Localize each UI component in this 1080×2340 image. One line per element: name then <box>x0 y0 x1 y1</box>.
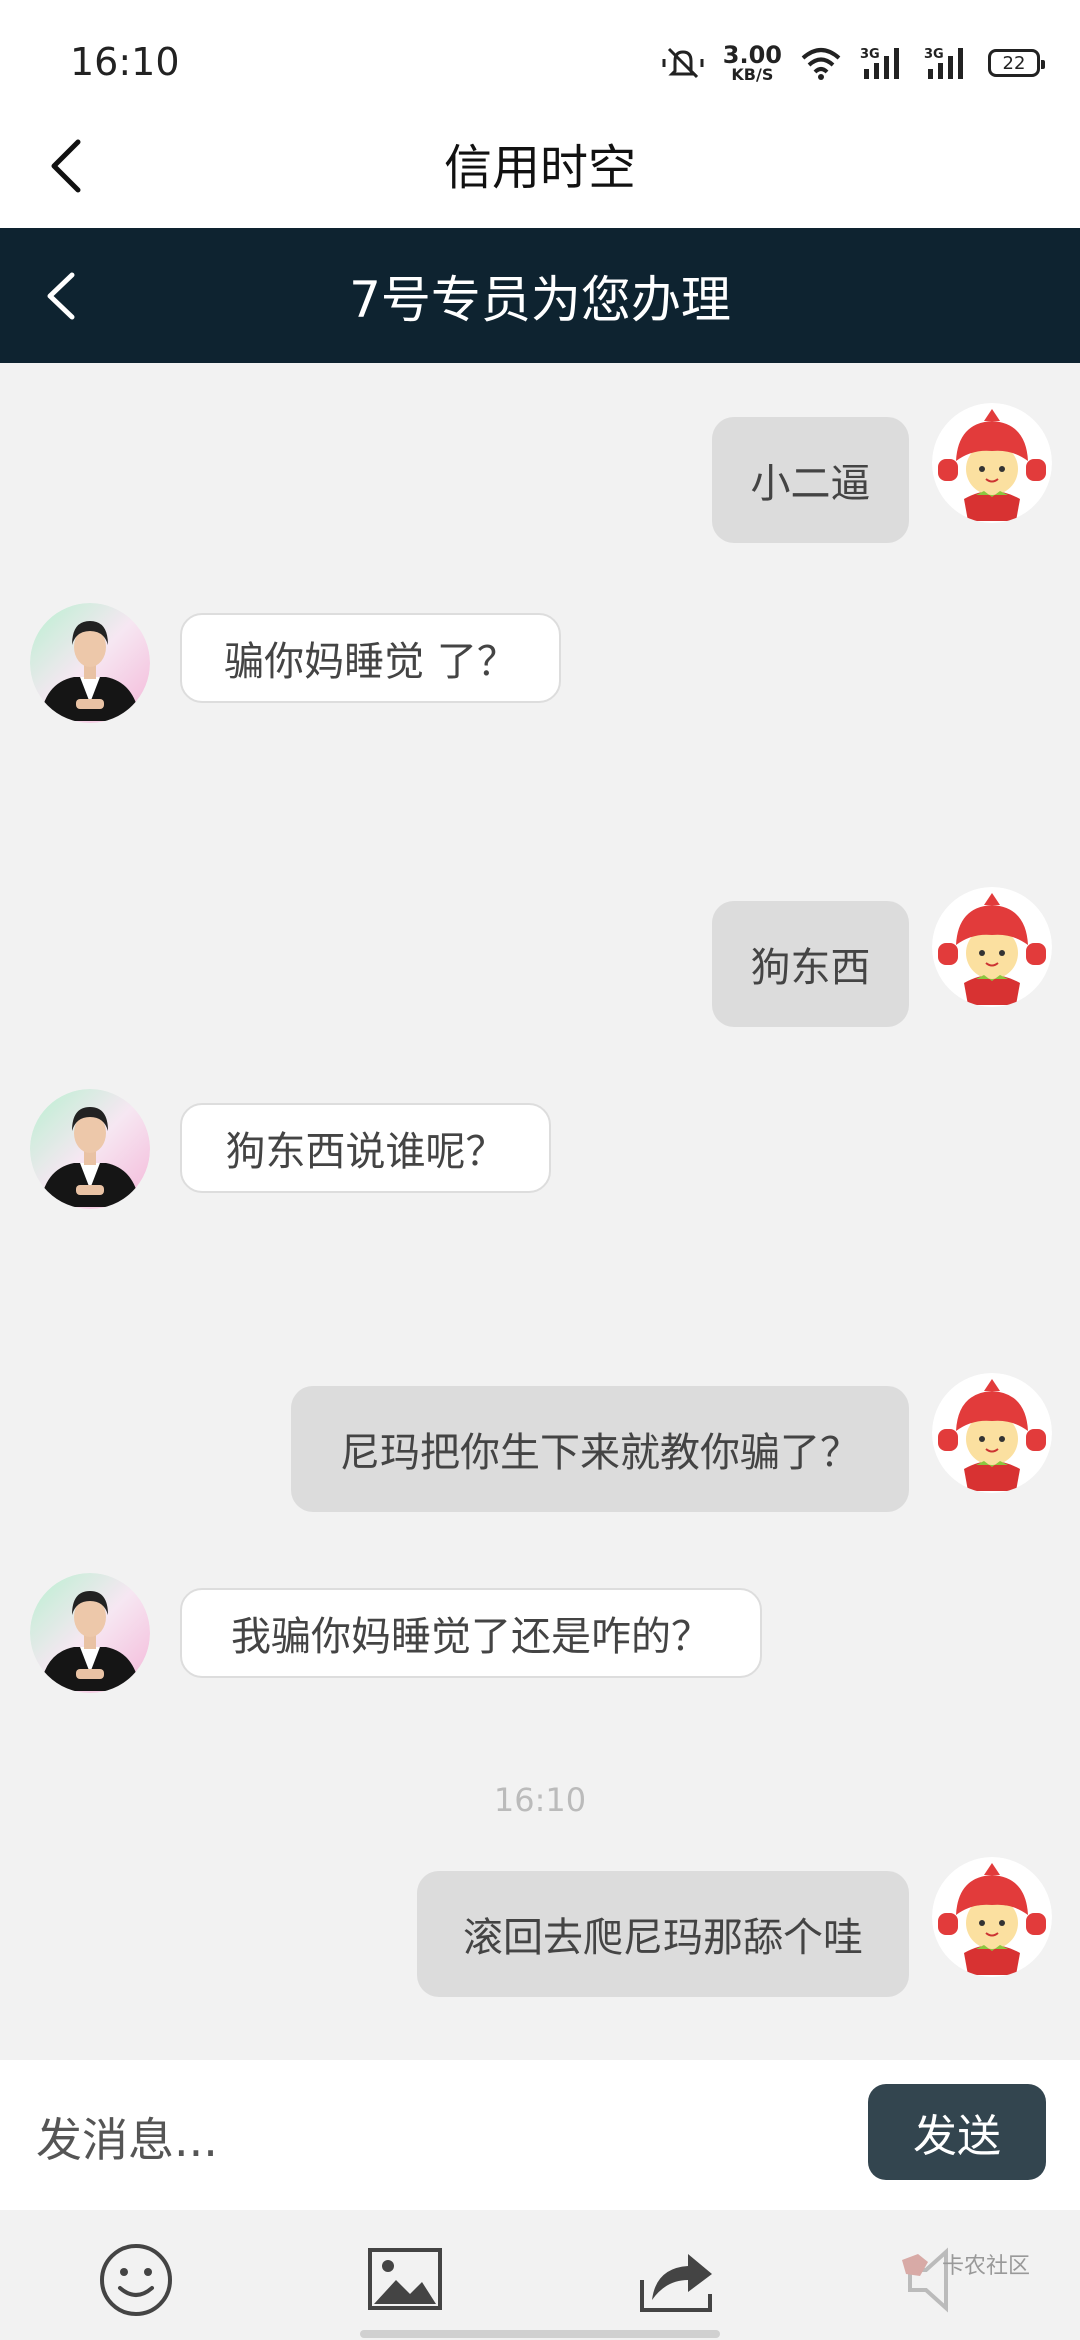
outgoing-message-bubble: 狗东西 <box>712 901 909 1027</box>
message-text: 小二逼 <box>750 461 871 507</box>
page-title: 信用时空 <box>443 140 636 196</box>
user-avatar[interactable] <box>932 403 1052 523</box>
outgoing-message-bubble: 尼玛把你生下来就教你骗了？ <box>291 1386 909 1512</box>
outgoing-message-bubble: 滚回去爬尼玛那舔个哇 <box>417 1871 909 1997</box>
outgoing-message-bubble: 小二逼 <box>712 417 909 543</box>
status-icons: 3.00 KB/S 3G 3G 22 <box>661 38 1045 88</box>
message-input-bar: 发送 <box>0 2060 1080 2210</box>
signal-2-label: 3G <box>924 47 944 62</box>
message-text: 狗东西 <box>750 945 871 991</box>
user-avatar[interactable] <box>932 1373 1052 1493</box>
emoji-button[interactable] <box>96 2240 186 2320</box>
image-button[interactable] <box>364 2240 454 2320</box>
bottom-toolbar: 卡农社区 <box>0 2210 1080 2340</box>
user-avatar[interactable] <box>932 1857 1052 1977</box>
message-text: 狗东西说谁呢？ <box>225 1129 506 1175</box>
message-text: 尼玛把你生下来就教你骗了？ <box>340 1430 860 1476</box>
signal-3g-icon: 3G <box>860 45 906 81</box>
message-text: 骗你妈睡觉 了？ <box>224 639 517 685</box>
incoming-message-bubble: 我骗你妈睡觉了还是咋的？ <box>180 1588 762 1678</box>
signal-3g-icon-2: 3G <box>924 45 970 81</box>
net-speed-unit: KB/S <box>731 65 774 84</box>
agent-title: 7号专员为您办理 <box>349 271 731 329</box>
watermark-text: 卡农社区 <box>942 2254 1031 2279</box>
message-input[interactable] <box>36 2105 816 2175</box>
message-text: 滚回去爬尼玛那舔个哇 <box>463 1915 863 1961</box>
image-icon <box>368 2248 442 2310</box>
signal-1-label: 3G <box>860 47 880 62</box>
agent-avatar[interactable] <box>30 1089 150 1209</box>
mute-bell-icon <box>661 45 705 81</box>
battery-level: 22 <box>1002 52 1026 74</box>
agent-avatar[interactable] <box>30 1573 150 1693</box>
wifi-icon <box>800 46 842 80</box>
agent-avatar[interactable] <box>30 603 150 723</box>
battery-icon: 22 <box>988 49 1045 77</box>
emoji-icon <box>100 2244 172 2316</box>
user-avatar[interactable] <box>932 887 1052 1007</box>
share-button[interactable] <box>636 2240 726 2320</box>
incoming-message-bubble: 狗东西说谁呢？ <box>180 1103 551 1193</box>
send-button[interactable]: 发送 <box>868 2084 1046 2180</box>
status-time: 16:10 <box>70 40 180 84</box>
net-speed: 3.00 KB/S <box>723 43 782 83</box>
net-speed-value: 3.00 <box>722 41 782 69</box>
title-bar: 信用时空 <box>0 100 1080 230</box>
incoming-message-bubble: 骗你妈睡觉 了？ <box>180 613 561 703</box>
share-icon <box>640 2254 712 2312</box>
chat-area[interactable]: 小二逼 骗你妈睡觉 了？ 狗东西 狗东西说谁呢？ 尼玛把你生下来就教你骗了？ 我… <box>0 363 1080 2060</box>
message-timestamp: 16:10 <box>493 1781 587 1819</box>
message-text: 我骗你妈睡觉了还是咋的？ <box>231 1614 711 1660</box>
home-indicator <box>360 2330 720 2338</box>
agent-header: 7号专员为您办理 <box>0 228 1080 363</box>
